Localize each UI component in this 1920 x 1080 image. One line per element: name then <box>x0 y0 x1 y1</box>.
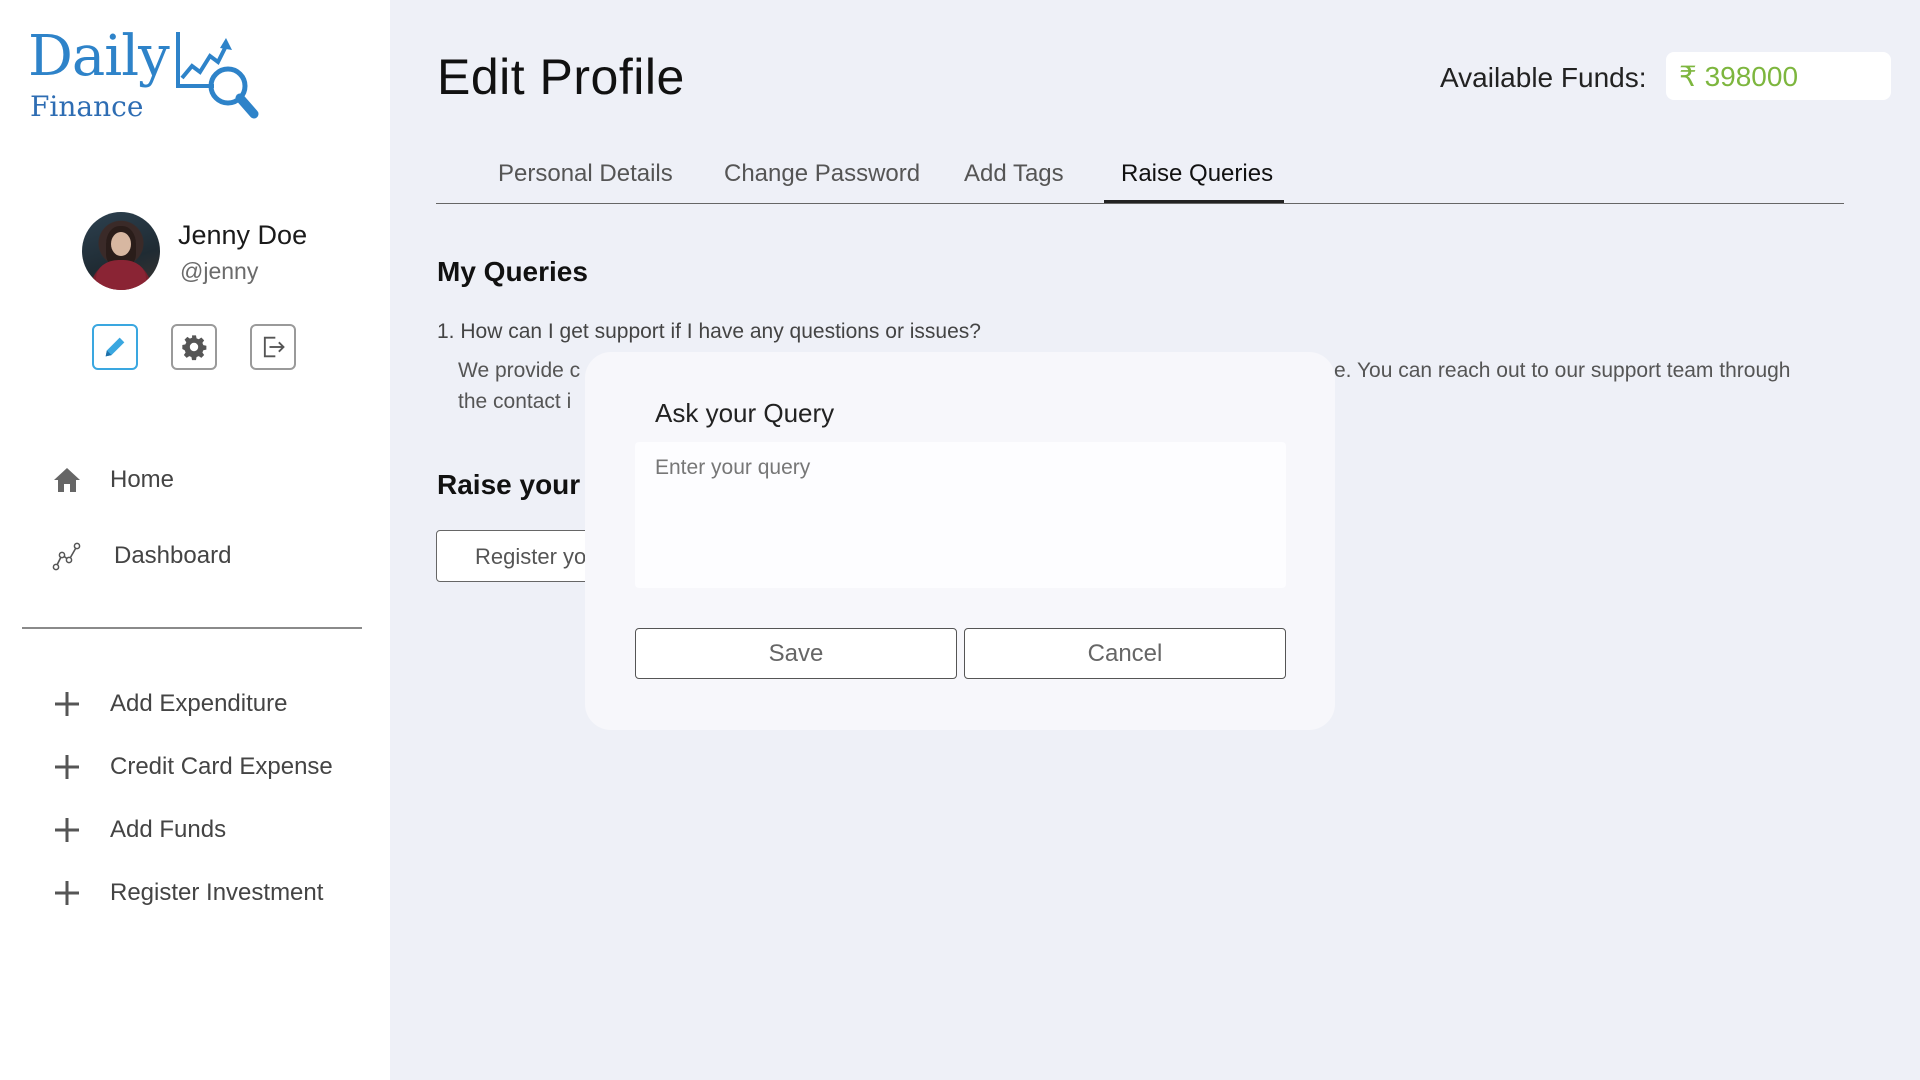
query-question: 1. How can I get support if I have any q… <box>437 320 981 343</box>
tab-change-password[interactable]: Change Password <box>724 160 920 188</box>
nav-item-label: Dashboard <box>114 542 232 569</box>
quick-action-register-investment[interactable]: Register Investment <box>50 873 323 913</box>
plus-icon <box>50 876 84 910</box>
quick-action-add-expenditure[interactable]: Add Expenditure <box>50 684 287 724</box>
app-logo[interactable]: Daily Finance <box>28 24 288 124</box>
active-tab-indicator <box>1104 200 1284 203</box>
avatar[interactable] <box>82 212 160 290</box>
avatar-body <box>96 260 146 290</box>
user-profile: Jenny Doe @jenny <box>82 212 382 292</box>
sidebar: Daily Finance Jenny Doe @jenny Home Dash… <box>0 0 390 1080</box>
register-query-button[interactable]: Register yo <box>436 530 596 582</box>
nav-item-label: Home <box>110 466 175 493</box>
user-name: Jenny Doe <box>178 220 308 250</box>
register-query-button-label: Register yo <box>475 544 587 569</box>
logout-icon <box>263 336 285 358</box>
my-queries-title: My Queries <box>437 256 588 287</box>
logo-text-daily: Daily <box>28 24 170 89</box>
cancel-button[interactable]: Cancel <box>964 628 1286 679</box>
quick-action-label: Add Funds <box>110 816 227 843</box>
page-title: Edit Profile <box>437 49 685 105</box>
settings-button[interactable] <box>171 324 217 370</box>
gear-icon <box>182 335 207 361</box>
edit-profile-button[interactable] <box>92 324 138 370</box>
query-input[interactable] <box>635 442 1286 588</box>
quick-action-label: Credit Card Expense <box>110 753 333 780</box>
raise-query-title: Raise your c <box>437 469 604 500</box>
query-answer-line2: the contact i <box>458 390 572 413</box>
nav-item-home[interactable]: Home <box>50 460 174 500</box>
plus-icon <box>50 750 84 784</box>
logo-text-finance: Finance <box>30 90 144 123</box>
plus-icon <box>50 687 84 721</box>
modal-title: Ask your Query <box>655 398 835 428</box>
tab-add-tags[interactable]: Add Tags <box>964 160 1064 188</box>
available-funds-label: Available Funds: <box>1440 62 1647 93</box>
quick-action-label: Add Expenditure <box>110 690 288 717</box>
tab-raise-queries[interactable]: Raise Queries <box>1121 160 1273 188</box>
nav-item-dashboard[interactable]: Dashboard <box>50 536 231 576</box>
query-answer-end: e. You can reach out to our support team… <box>1334 359 1791 382</box>
query-answer-start: We provide c <box>458 359 581 382</box>
tab-personal-details[interactable]: Personal Details <box>498 160 673 188</box>
profile-tabs: Personal Details Change Password Add Tag… <box>436 154 1844 204</box>
user-handle: @jenny <box>180 258 259 284</box>
magnifier-chart-icon <box>176 32 259 119</box>
quick-action-label: Register Investment <box>110 879 324 906</box>
save-button[interactable]: Save <box>635 628 957 679</box>
chart-line-icon <box>50 539 84 573</box>
logout-button[interactable] <box>250 324 296 370</box>
edit-icon <box>105 337 125 357</box>
available-funds-value: ₹ 398000 <box>1666 52 1891 100</box>
home-icon <box>50 463 84 497</box>
quick-action-credit-card-expense[interactable]: Credit Card Expense <box>50 747 333 787</box>
ask-query-modal: Ask your Query Save Cancel <box>585 352 1335 730</box>
profile-actions <box>92 324 332 370</box>
avatar-face <box>111 232 131 256</box>
plus-icon <box>50 813 84 847</box>
sidebar-divider <box>22 627 362 629</box>
quick-action-add-funds[interactable]: Add Funds <box>50 810 226 850</box>
